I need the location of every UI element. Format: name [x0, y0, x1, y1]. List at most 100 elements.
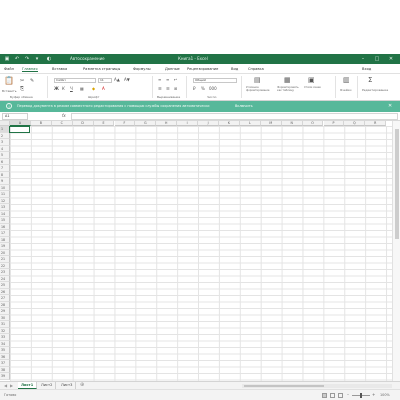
format-table-label[interactable]: Форматировать как таблицу: [277, 86, 301, 92]
align-middle-icon[interactable]: ≡: [166, 77, 169, 83]
percent-icon[interactable]: %: [201, 86, 205, 92]
alignment-caption: Выравнивание: [157, 95, 181, 99]
add-sheet-icon[interactable]: ⊕: [80, 382, 84, 389]
redo-icon[interactable]: ↷: [24, 56, 30, 62]
status-bar: Готово – + 100%: [0, 389, 400, 400]
cell-styles-label[interactable]: Стили ячеек: [304, 86, 326, 89]
comma-icon[interactable]: 000: [209, 86, 217, 92]
number-group: Общий ₽ % 000 Число: [189, 76, 242, 99]
clipboard-caption: Буфер обмена: [10, 95, 33, 99]
italic-icon[interactable]: К: [62, 86, 65, 92]
autosum-icon[interactable]: Σ: [368, 77, 372, 84]
number-format-select[interactable]: Общий: [193, 78, 237, 83]
conditional-format-label[interactable]: Условное форматирование: [246, 86, 274, 92]
sign-in-link[interactable]: Вход: [362, 67, 371, 71]
prev-sheet-icon[interactable]: ◀: [4, 383, 7, 388]
autosave-toggle-icon[interactable]: ◐: [46, 56, 52, 62]
conditional-format-icon[interactable]: ▤: [254, 77, 261, 84]
vertical-scroll-thumb[interactable]: [395, 129, 399, 239]
zoom-in-icon[interactable]: +: [372, 392, 375, 397]
maximize-icon[interactable]: □: [374, 56, 380, 62]
vertical-scrollbar[interactable]: [392, 121, 400, 381]
menu-view[interactable]: Вид: [231, 67, 238, 71]
close-icon[interactable]: ✕: [388, 56, 394, 62]
sheet-tabs-bar: ◀ ▶ Лист1 Лист2 Лист3 ⊕: [0, 381, 400, 389]
ribbon: 📋 Вставить ✂ ✎ ⎘ Буфер обмена Calibri 11…: [0, 74, 400, 101]
autosave-label: Автосохранение: [70, 56, 105, 61]
borders-icon[interactable]: ▦: [80, 86, 84, 92]
horizontal-scroll-thumb[interactable]: [244, 385, 324, 387]
menu-insert[interactable]: Вставка: [52, 67, 67, 71]
cut-icon[interactable]: ✂: [20, 78, 24, 84]
wrap-text-icon[interactable]: ↩: [174, 77, 177, 83]
align-left-icon[interactable]: ☰: [158, 86, 162, 92]
cells-icon[interactable]: ▥: [343, 77, 350, 84]
font-name-select[interactable]: Calibri: [54, 78, 96, 83]
status-ready: Готово: [4, 393, 17, 397]
decrease-font-icon[interactable]: A▼: [124, 77, 130, 83]
horizontal-scrollbar[interactable]: [242, 384, 392, 388]
zoom-out-icon[interactable]: –: [347, 392, 349, 397]
cells-label[interactable]: Ячейки: [340, 88, 351, 92]
menu-help[interactable]: Справка: [248, 67, 264, 71]
font-group: Calibri 11 A▲ A▼ Ж К Ч ▦ ◆ A Шрифт: [50, 76, 153, 99]
merge-icon[interactable]: ⊞: [174, 86, 177, 92]
align-center-icon[interactable]: ☰: [166, 86, 170, 92]
cell-styles-icon[interactable]: ▣: [308, 77, 315, 84]
styles-group: ▤ Условное форматирование ▦ Форматироват…: [244, 76, 336, 98]
sheet-tab-2[interactable]: Лист2: [38, 382, 57, 389]
copy-icon[interactable]: ⎘: [20, 86, 24, 92]
alignment-group: ≡ ≡ ↩ ☰ ☰ ⊞ Выравнивание: [155, 76, 187, 99]
editing-label[interactable]: Редактирование: [362, 88, 388, 92]
format-painter-icon[interactable]: ✎: [30, 78, 34, 84]
spreadsheet-grid[interactable]: ABCDEFGHIJKLMNOPQR 1 2 3 4 5 6 7 8 9 10 11 12 13 14 15…: [0, 121, 392, 381]
next-sheet-icon[interactable]: ▶: [10, 383, 13, 388]
sheet-tab-3[interactable]: Лист3: [58, 382, 77, 389]
cell-area[interactable]: [10, 126, 392, 381]
insert-function-icon[interactable]: fx: [62, 113, 66, 118]
sheet-tab-1[interactable]: Лист1: [18, 382, 38, 389]
clipboard-group: 📋 Вставить ✂ ✎ ⎘ Буфер обмена: [0, 76, 48, 99]
editing-group: Σ Редактирование: [360, 76, 398, 98]
menu-data[interactable]: Данные: [165, 67, 180, 71]
menu-file[interactable]: Файл: [4, 67, 14, 71]
notification-bar: i Перевод документа в режим совместного …: [0, 101, 400, 112]
notification-text: Перевод документа в режим совместного ре…: [17, 104, 210, 108]
paste-label: Вставить: [2, 89, 17, 93]
menu-formulas[interactable]: Формулы: [133, 67, 151, 71]
save-icon[interactable]: ▣: [4, 56, 10, 62]
menu-page-layout[interactable]: Разметка страницы: [83, 67, 120, 71]
cells-group: ▥ Ячейки: [338, 76, 358, 98]
number-caption: Число: [207, 95, 217, 99]
close-icon[interactable]: ✕: [388, 103, 392, 109]
font-size-select[interactable]: 11: [98, 78, 112, 83]
paste-icon[interactable]: 📋: [4, 77, 14, 85]
fill-color-icon[interactable]: ◆: [92, 86, 95, 92]
format-table-icon[interactable]: ▦: [284, 77, 291, 84]
page-break-view-icon[interactable]: [338, 393, 343, 398]
title-bar: ▣ ↶ ↷ ▾ ◐ Автосохранение Книга1 - Excel …: [0, 54, 400, 64]
page-layout-view-icon[interactable]: [330, 393, 335, 398]
formula-bar: A1 fx: [0, 112, 400, 121]
menu-bar: Файл Главная Вставка Разметка страницы Ф…: [0, 64, 400, 74]
row-header[interactable]: 39: [0, 373, 10, 380]
font-caption: Шрифт: [88, 95, 100, 99]
formula-input[interactable]: [71, 113, 398, 120]
font-color-icon[interactable]: A: [102, 86, 105, 92]
undo-icon[interactable]: ↶: [14, 56, 20, 62]
zoom-slider-knob[interactable]: [360, 393, 362, 398]
normal-view-icon[interactable]: [322, 393, 327, 398]
menu-review[interactable]: Рецензирование: [187, 67, 218, 71]
minimize-icon[interactable]: –: [360, 56, 366, 62]
currency-icon[interactable]: ₽: [193, 86, 196, 92]
notification-enable-button[interactable]: Включить: [232, 103, 256, 109]
customize-icon[interactable]: ▾: [34, 56, 40, 62]
align-top-icon[interactable]: ≡: [158, 77, 161, 83]
active-cell[interactable]: [9, 126, 30, 133]
zoom-level[interactable]: 100%: [380, 393, 390, 397]
underline-icon[interactable]: Ч: [70, 86, 73, 92]
increase-font-icon[interactable]: A▲: [114, 77, 120, 83]
bold-icon[interactable]: Ж: [54, 86, 59, 92]
name-box[interactable]: A1: [2, 113, 28, 120]
menu-home[interactable]: Главная: [22, 67, 38, 72]
